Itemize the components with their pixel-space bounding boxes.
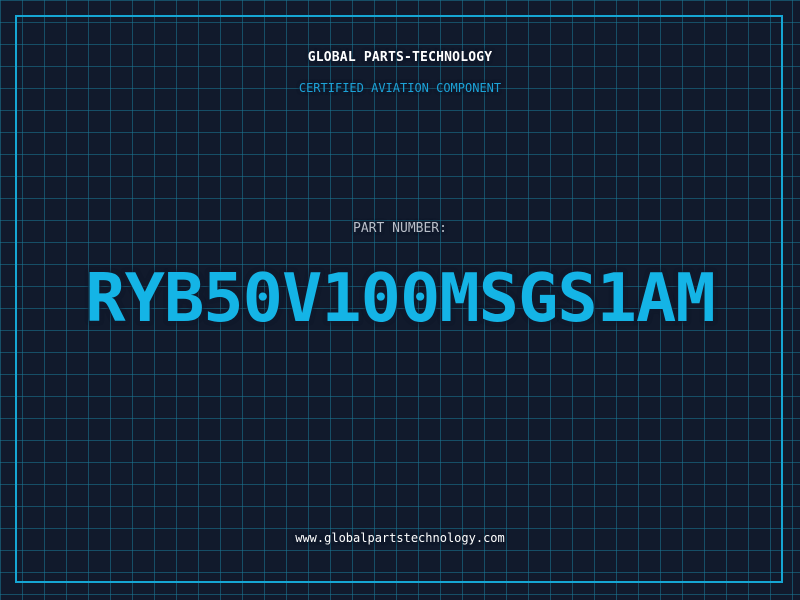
- label-canvas: GLOBAL PARTS-TECHNOLOGY CERTIFIED AVIATI…: [0, 0, 800, 600]
- certification-subtitle: CERTIFIED AVIATION COMPONENT: [298, 81, 502, 95]
- part-number-value: RYB50V100MSGS1AM: [85, 259, 715, 337]
- company-name: GLOBAL PARTS-TECHNOLOGY: [307, 50, 493, 65]
- part-number-label: PART NUMBER:: [353, 221, 447, 236]
- website-url: www.globalpartstechnology.com: [295, 531, 505, 545]
